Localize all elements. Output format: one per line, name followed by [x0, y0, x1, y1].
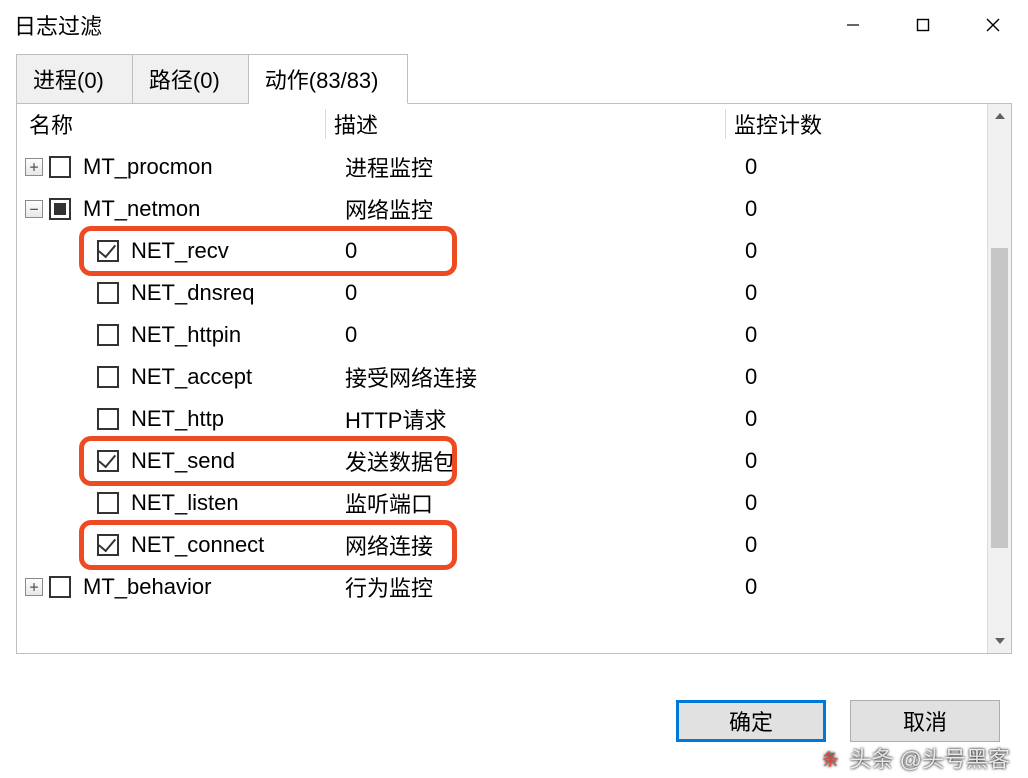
minimize-button[interactable]	[818, 0, 888, 50]
row-desc: 接受网络连接	[345, 361, 745, 393]
checkbox[interactable]	[97, 450, 119, 472]
row-name: NET_send	[131, 448, 345, 474]
row-count: 0	[745, 574, 987, 600]
tab-path[interactable]: 路径(0)	[133, 54, 249, 103]
cancel-button[interactable]: 取消	[850, 700, 1000, 742]
close-button[interactable]	[958, 0, 1028, 50]
tree-row[interactable]: + MT_behavior行为监控0	[17, 566, 987, 608]
checkbox[interactable]	[49, 156, 71, 178]
tree-row[interactable]: NET_send发送数据包0	[17, 440, 987, 482]
checkbox[interactable]	[97, 408, 119, 430]
checkbox[interactable]	[97, 366, 119, 388]
tree-row[interactable]: − MT_netmon网络监控0	[17, 188, 987, 230]
checkbox[interactable]	[97, 492, 119, 514]
row-count: 0	[745, 448, 987, 474]
row-count: 0	[745, 196, 987, 222]
watermark-icon: 条	[818, 745, 844, 771]
row-name: NET_dnsreq	[131, 280, 345, 306]
tree-panel: 名称 描述 监控计数 +MT_procmon进程监控0−MT_netmon网络监…	[16, 104, 1012, 654]
tree-row[interactable]: NET_httpHTTP请求0	[17, 398, 987, 440]
tree-rows: +MT_procmon进程监控0−MT_netmon网络监控0NET_recv0…	[17, 144, 987, 608]
expand-icon[interactable]: +	[25, 578, 43, 596]
row-name: NET_connect	[131, 532, 345, 558]
column-headers: 名称 描述 监控计数	[17, 104, 987, 144]
row-desc: 0	[345, 280, 745, 306]
row-desc: 行为监控	[345, 571, 745, 603]
minimize-icon	[845, 17, 861, 33]
row-count: 0	[745, 322, 987, 348]
row-count: 0	[745, 532, 987, 558]
dialog-buttons: 确定 取消	[676, 700, 1000, 742]
row-desc: 发送数据包	[345, 445, 745, 477]
row-name: NET_accept	[131, 364, 345, 390]
tab-process[interactable]: 进程(0)	[16, 54, 133, 103]
tree-row[interactable]: NET_recv00	[17, 230, 987, 272]
scroll-thumb[interactable]	[991, 248, 1008, 548]
maximize-button[interactable]	[888, 0, 958, 50]
window-title: 日志过滤	[14, 9, 102, 41]
tree-row[interactable]: NET_accept接受网络连接0	[17, 356, 987, 398]
row-name: NET_recv	[131, 238, 345, 264]
titlebar: 日志过滤	[0, 0, 1028, 50]
tab-bar: 进程(0) 路径(0) 动作(83/83)	[16, 60, 1012, 104]
row-name: NET_http	[131, 406, 345, 432]
checkbox[interactable]	[49, 198, 71, 220]
tree-row[interactable]: NET_connect网络连接0	[17, 524, 987, 566]
row-desc: 网络连接	[345, 529, 745, 561]
row-desc: 进程监控	[345, 151, 745, 183]
row-count: 0	[745, 154, 987, 180]
header-count[interactable]: 监控计数	[725, 109, 987, 139]
header-name[interactable]: 名称	[25, 108, 325, 140]
tree-row[interactable]: + MT_procmon进程监控0	[17, 146, 987, 188]
row-count: 0	[745, 238, 987, 264]
row-count: 0	[745, 364, 987, 390]
row-name: MT_behavior	[83, 574, 345, 600]
tree-row[interactable]: NET_httpin00	[17, 314, 987, 356]
row-name: NET_listen	[131, 490, 345, 516]
scroll-down-icon[interactable]	[988, 629, 1011, 653]
tree-row[interactable]: NET_dnsreq00	[17, 272, 987, 314]
maximize-icon	[915, 17, 931, 33]
window-controls	[818, 0, 1028, 50]
row-desc: 0	[345, 238, 745, 264]
tree-row[interactable]: NET_listen监听端口0	[17, 482, 987, 524]
checkbox[interactable]	[97, 534, 119, 556]
row-name: MT_netmon	[83, 196, 345, 222]
row-desc: 监听端口	[345, 487, 745, 519]
watermark: 条 头条 @头号黑客	[818, 742, 1010, 774]
checkbox[interactable]	[97, 240, 119, 262]
row-count: 0	[745, 406, 987, 432]
collapse-icon[interactable]: −	[25, 200, 43, 218]
row-name: MT_procmon	[83, 154, 345, 180]
row-name: NET_httpin	[131, 322, 345, 348]
close-icon	[984, 16, 1002, 34]
checkbox[interactable]	[97, 282, 119, 304]
checkbox[interactable]	[97, 324, 119, 346]
row-count: 0	[745, 280, 987, 306]
ok-button[interactable]: 确定	[676, 700, 826, 742]
tab-action[interactable]: 动作(83/83)	[249, 54, 408, 104]
header-desc[interactable]: 描述	[325, 109, 725, 139]
row-count: 0	[745, 490, 987, 516]
watermark-text: 头条 @头号黑客	[850, 742, 1010, 774]
scroll-track[interactable]	[988, 128, 1011, 629]
row-desc: 0	[345, 322, 745, 348]
row-desc: 网络监控	[345, 193, 745, 225]
scroll-up-icon[interactable]	[988, 104, 1011, 128]
row-desc: HTTP请求	[345, 403, 745, 435]
vertical-scrollbar[interactable]	[987, 104, 1011, 653]
expand-icon[interactable]: +	[25, 158, 43, 176]
checkbox[interactable]	[49, 576, 71, 598]
